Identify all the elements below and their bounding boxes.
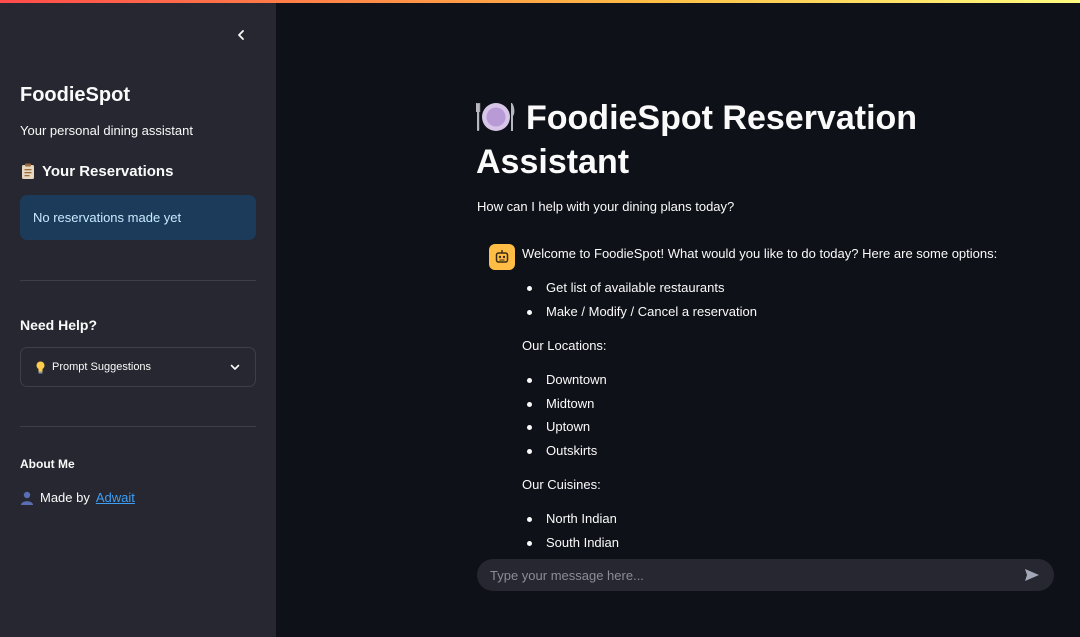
help-heading: Need Help?	[20, 317, 98, 333]
page-subtitle: How can I help with your dining plans to…	[477, 199, 735, 214]
chat-history[interactable]: Welcome to FoodieSpot! What would you li…	[476, 240, 1076, 548]
sidebar-subtitle: Your personal dining assistant	[20, 123, 193, 138]
author-link[interactable]: Adwait	[96, 490, 135, 505]
send-button[interactable]	[1016, 559, 1048, 591]
send-icon	[1025, 569, 1039, 581]
top-decoration-bar	[0, 0, 1080, 3]
sidebar-title: FoodieSpot	[20, 84, 130, 106]
prompt-suggestions-label: Prompt Suggestions	[52, 361, 152, 373]
clipboard-icon	[22, 163, 34, 179]
person-icon	[21, 491, 33, 505]
made-by-prefix: Made by	[40, 490, 90, 505]
chevron-left-icon	[238, 30, 244, 40]
reservations-info-box: No reservations made yet	[20, 195, 256, 240]
reservations-heading-label: Your Reservations	[42, 163, 174, 180]
list-item: Make / Modify / Cancel a reservation	[527, 304, 757, 319]
sidebar-divider	[20, 280, 256, 281]
cuisines-heading: Our Cuisines:	[522, 477, 601, 492]
made-by-line: Made by Adwait	[20, 490, 135, 505]
sidebar: FoodieSpot Your personal dining assistan…	[0, 0, 276, 637]
list-item: Uptown	[526, 419, 591, 434]
list-item: Midtown	[526, 396, 595, 411]
lightbulb-icon	[36, 361, 45, 373]
locations-heading: Our Locations:	[522, 338, 607, 353]
chat-message-input[interactable]	[490, 567, 1016, 583]
list-item: Get list of available restaurants	[526, 280, 725, 295]
reservations-empty-text: No reservations made yet	[33, 210, 182, 225]
chevron-down-icon	[230, 364, 240, 370]
page-title: FoodieSpot Reservation Assistant	[476, 96, 956, 184]
sidebar-divider	[20, 426, 256, 427]
about-heading: About Me	[20, 457, 75, 471]
reservations-heading: Your Reservations	[20, 163, 173, 180]
message-intro: Welcome to FoodieSpot! What would you li…	[522, 246, 998, 261]
chat-input-bar	[477, 559, 1054, 591]
assistant-avatar	[489, 244, 515, 270]
collapse-sidebar-button[interactable]	[230, 24, 252, 46]
prompt-suggestions-expander[interactable]: Prompt Suggestions	[20, 347, 256, 387]
list-item: South Indian	[526, 535, 620, 548]
list-item: Downtown	[527, 372, 607, 387]
list-item: North Indian	[527, 511, 617, 526]
list-item: Outskirts	[526, 443, 598, 458]
page-title-text: FoodieSpot Reservation Assistant	[476, 99, 918, 181]
robot-icon	[495, 250, 509, 263]
plate-icon	[476, 103, 515, 131]
